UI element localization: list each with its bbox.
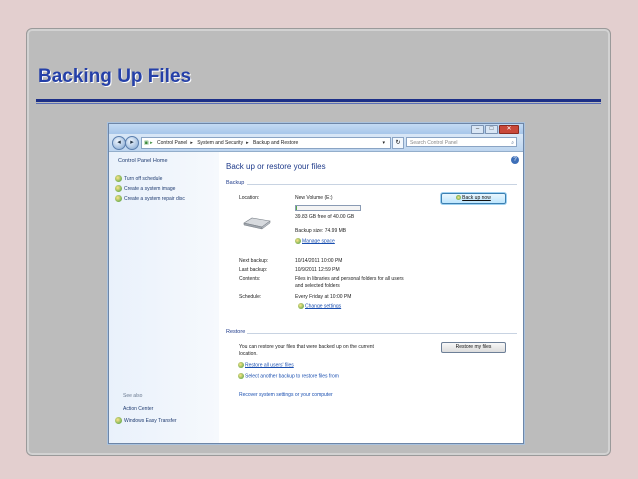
- breadcrumb-control-panel[interactable]: Control Panel: [157, 140, 187, 146]
- sidebar-link-easy-transfer[interactable]: Windows Easy Transfer: [115, 417, 177, 424]
- shield-icon: [115, 195, 122, 202]
- see-also-heading: See also: [123, 393, 143, 399]
- address-bar[interactable]: ▣ ▸ Control Panel ▸ System and Security ▸ …: [141, 137, 391, 149]
- location-label: Location:: [239, 195, 260, 201]
- search-icon[interactable]: ⌕: [511, 138, 514, 148]
- restore-all-users-label: Restore all users' files: [245, 362, 294, 369]
- disk-usage-bar: [295, 205, 361, 211]
- restore-divider: [247, 333, 517, 334]
- free-space-text: 39.83 GB free of 40.00 GB: [295, 214, 355, 220]
- search-placeholder: Search Control Panel: [410, 140, 458, 146]
- sidebar-item-label: Create a system image: [124, 185, 176, 192]
- restore-my-files-button[interactable]: Restore my files: [441, 342, 506, 353]
- shield-icon: [238, 373, 244, 379]
- sidebar-item-turn-off-schedule[interactable]: Turn off schedule: [115, 175, 162, 182]
- sidebar-item-create-repair-disc[interactable]: Create a system repair disc: [115, 195, 185, 202]
- sidebar-link-action-center[interactable]: Action Center: [123, 406, 153, 412]
- sidebar: Control Panel Home Turn off schedule Cre…: [109, 152, 219, 443]
- restore-my-files-label: Restore my files: [455, 344, 492, 350]
- schedule-label: Schedule:: [239, 294, 262, 300]
- restore-section-heading: Restore: [226, 329, 246, 335]
- next-backup-label: Next backup:: [239, 258, 269, 264]
- help-icon[interactable]: ?: [511, 156, 519, 164]
- refresh-button[interactable]: ↻: [392, 137, 404, 149]
- contents-value-line2: and selected folders: [295, 283, 340, 289]
- shield-icon: [115, 185, 122, 192]
- contents-label: Contents:: [239, 276, 261, 282]
- restore-text-line2: location.: [239, 351, 258, 357]
- window-titlebar: – □ ✕: [109, 124, 523, 134]
- main-content: ? Back up or restore your files Backup L…: [219, 152, 523, 443]
- dropdown-arrow-icon[interactable]: ▾: [382, 138, 385, 148]
- last-backup-value: 10/9/2011 12:59 PM: [295, 267, 340, 273]
- title-rule-thin: [36, 103, 601, 104]
- shield-icon: [115, 417, 122, 424]
- minimize-button[interactable]: –: [471, 125, 484, 134]
- back-up-now-button[interactable]: Back up now: [441, 193, 506, 204]
- backup-restore-window: – □ ✕ ◂ ▸ ▣ ▸ Control Panel ▸ System and …: [108, 123, 524, 444]
- shield-icon: [298, 303, 304, 309]
- manage-space-label: Manage space: [302, 238, 335, 245]
- schedule-value: Every Friday at 10:00 PM: [295, 294, 352, 300]
- search-input[interactable]: Search Control Panel ⌕: [406, 137, 517, 147]
- next-backup-value: 10/14/2011 10:00 PM: [295, 258, 343, 264]
- select-another-backup-link[interactable]: Select another backup to restore files f…: [238, 373, 339, 379]
- restore-text-line1: You can restore your files that were bac…: [239, 344, 374, 350]
- sidebar-control-panel-home[interactable]: Control Panel Home: [118, 158, 168, 164]
- backup-divider: [247, 184, 517, 185]
- title-rule: [36, 99, 601, 102]
- shield-icon: [115, 175, 122, 182]
- control-panel-icon: ▣ ▸: [144, 140, 153, 146]
- address-toolbar: ◂ ▸ ▣ ▸ Control Panel ▸ System and Securi…: [109, 134, 523, 152]
- back-button[interactable]: ◂: [112, 136, 126, 150]
- sidebar-item-label: Windows Easy Transfer: [124, 417, 177, 424]
- select-another-backup-label: Select another backup to restore files f…: [245, 373, 339, 380]
- hard-drive-icon: [243, 217, 271, 230]
- forward-button[interactable]: ▸: [125, 136, 139, 150]
- shield-icon: [295, 238, 301, 244]
- close-button[interactable]: ✕: [499, 125, 519, 134]
- page-title: Back up or restore your files: [226, 162, 326, 171]
- back-up-now-label: Back up now: [462, 195, 491, 201]
- recover-system-settings-link[interactable]: Recover system settings or your computer: [239, 392, 333, 398]
- maximize-button[interactable]: □: [485, 125, 498, 134]
- sidebar-item-label: Turn off schedule: [124, 175, 163, 182]
- location-value: New Volume (E:): [295, 195, 333, 201]
- change-settings-label: Change settings: [305, 303, 342, 310]
- restore-all-users-link[interactable]: Restore all users' files: [238, 362, 294, 368]
- manage-space-link[interactable]: Manage space: [295, 238, 335, 244]
- sidebar-item-create-system-image[interactable]: Create a system image: [115, 185, 175, 192]
- shield-icon: [238, 362, 244, 368]
- change-settings-link[interactable]: Change settings: [298, 303, 341, 309]
- shield-icon: [456, 195, 462, 201]
- last-backup-label: Last backup:: [239, 267, 268, 273]
- breadcrumb-backup-restore[interactable]: Backup and Restore: [253, 140, 298, 146]
- backup-size-text: Backup size: 74.99 MB: [295, 228, 347, 234]
- sidebar-item-label: Create a system repair disc: [124, 195, 185, 202]
- backup-section-heading: Backup: [226, 180, 245, 186]
- slide-title: Backing Up Files: [38, 66, 192, 87]
- breadcrumb-system-security[interactable]: System and Security: [197, 140, 243, 146]
- contents-value-line1: Files in libraries and personal folders …: [295, 276, 404, 282]
